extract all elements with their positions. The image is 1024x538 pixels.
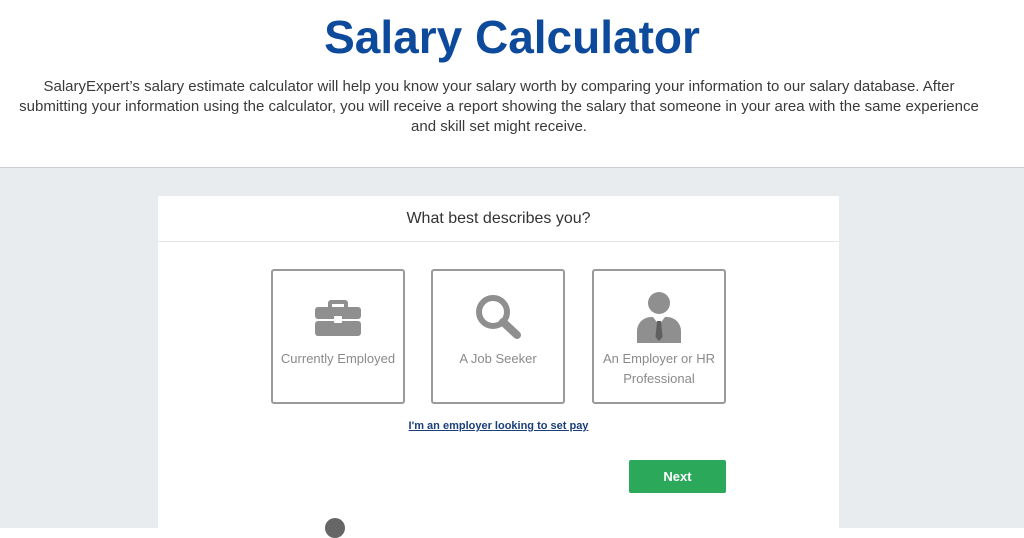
intro-text: SalaryExpert’s salary estimate calculato… — [19, 78, 979, 135]
option-label: Currently Employed — [280, 351, 396, 366]
next-button[interactable]: Next — [629, 460, 726, 493]
page-title: Salary Calculator — [324, 11, 700, 63]
option-job-seeker[interactable]: A Job Seeker — [431, 269, 565, 404]
option-currently-employed[interactable]: Currently Employed — [271, 269, 405, 404]
search-icon — [433, 291, 563, 341]
person-tie-icon — [594, 291, 724, 343]
page-header: Salary Calculator SalaryExpert’s salary … — [0, 0, 1024, 168]
briefcase-icon — [273, 291, 403, 341]
employer-set-pay-link[interactable]: I'm an employer looking to set pay — [158, 420, 839, 432]
card-question: What best describes you? — [158, 196, 839, 242]
option-label: An Employer or HR Professional — [603, 351, 715, 386]
option-label: A Job Seeker — [459, 351, 537, 366]
calculator-card: What best describes you? Currently Emplo… — [158, 196, 839, 538]
info-icon — [325, 518, 345, 538]
option-employer-hr[interactable]: An Employer or HR Professional — [592, 269, 726, 404]
